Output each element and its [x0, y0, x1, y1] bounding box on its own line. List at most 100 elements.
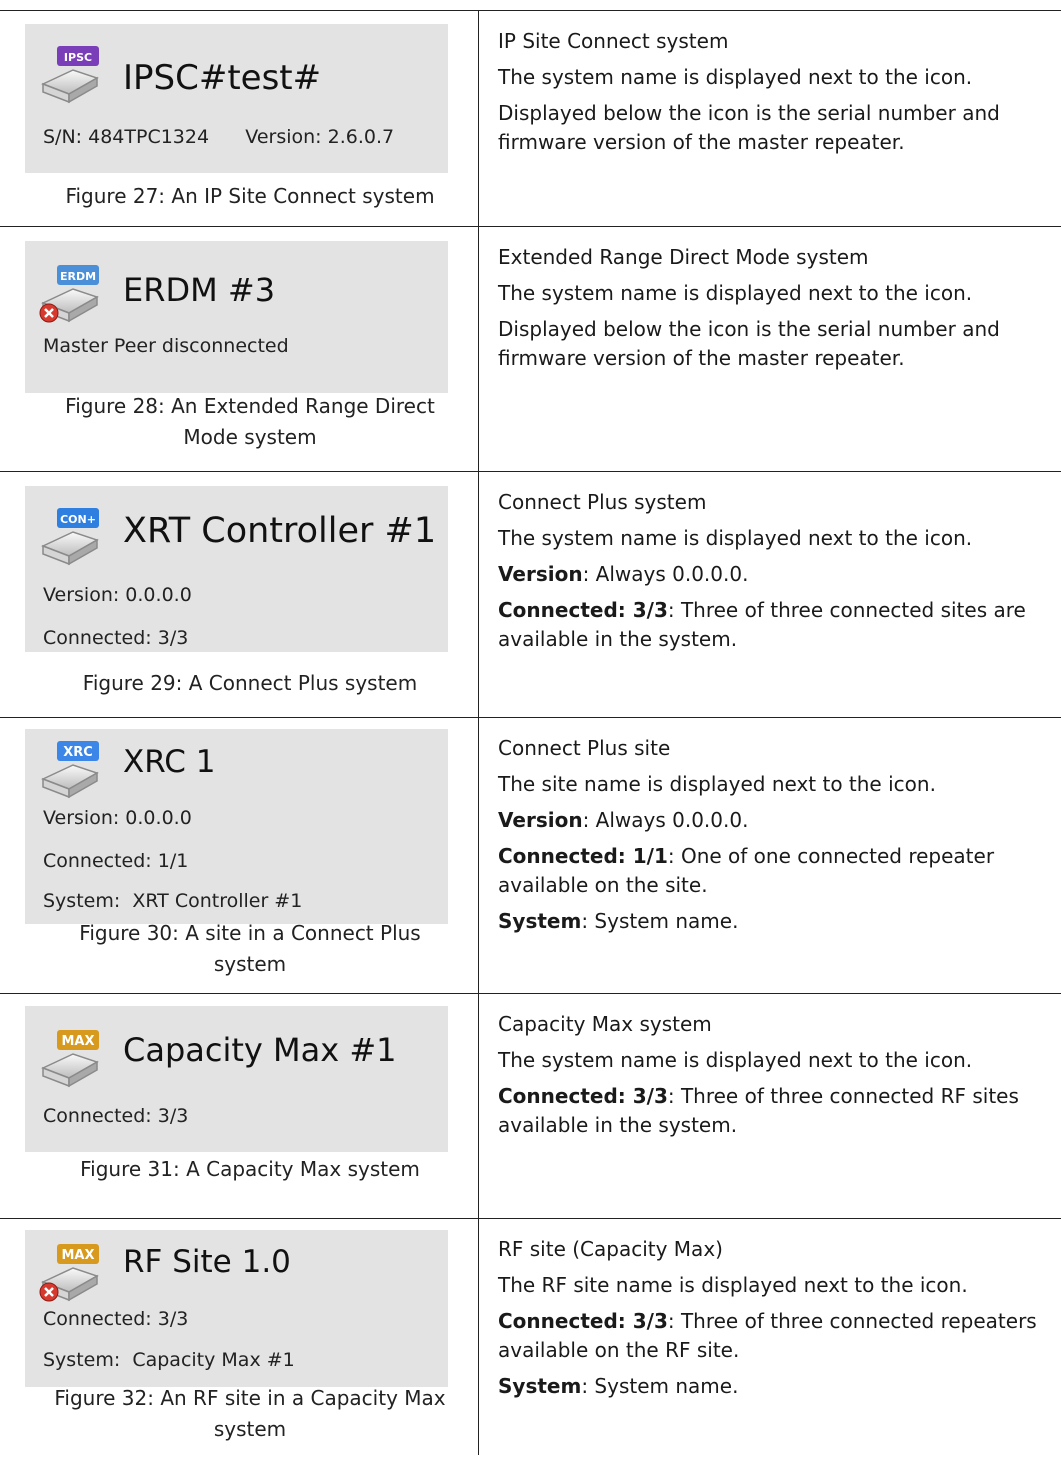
figure-cell: IPSC IPSC#test# S/N: 484TPC1324 Version: 2…: [0, 11, 479, 226]
repeater-icon: CON+: [39, 506, 103, 568]
field-label: Version: [498, 808, 583, 832]
table-row: CON+ XRT Controller #1 Version: 0.0.0.0 Con…: [0, 472, 1061, 718]
description-line: Extended Range Direct Mode system: [498, 243, 1045, 272]
description-text: Displayed below the icon is the serial n…: [498, 317, 1000, 370]
system-name: Capacity Max #1: [123, 1031, 397, 1069]
figure-cell: CON+ XRT Controller #1 Version: 0.0.0.0 Con…: [0, 472, 479, 717]
field-label: Connected: 3/3: [498, 1309, 668, 1333]
description-text: : System name.: [581, 909, 739, 933]
badge-label: MAX: [61, 1034, 94, 1049]
status-line: System: XRT Controller #1: [43, 890, 303, 912]
description-line: The RF site name is displayed next to th…: [498, 1271, 1045, 1300]
figure-caption: Figure 32: An RF site in a Capacity Max …: [54, 1386, 446, 1441]
description-line: IP Site Connect system: [498, 27, 1045, 56]
system-name: RF Site 1.0: [123, 1244, 291, 1280]
figure-caption: Figure 27: An IP Site Connect system: [65, 184, 435, 208]
description-line: Capacity Max system: [498, 1010, 1045, 1039]
description-line: System: System name.: [498, 1372, 1045, 1401]
figure-cell: MAX Capacity Max #1 Connected: 3/3 Figure 3…: [0, 994, 479, 1218]
badge-label: XRC: [63, 745, 93, 760]
system-name: XRT Controller #1: [123, 511, 437, 551]
status-line: Version: 0.0.0.0: [43, 584, 192, 606]
table-row: MAX Capacity Max #1 Connected: 3/3 Figure 3…: [0, 994, 1061, 1219]
description-line: The system name is displayed next to the…: [498, 524, 1045, 553]
description-text: Displayed below the icon is the serial n…: [498, 101, 1000, 154]
description-line: RF site (Capacity Max): [498, 1235, 1045, 1264]
systems-table: IPSC IPSC#test# S/N: 484TPC1324 Version: 2…: [0, 10, 1061, 1455]
error-icon: [39, 1282, 59, 1302]
system-screenshot: IPSC IPSC#test# S/N: 484TPC1324 Version: 2…: [25, 24, 448, 173]
description-text: Connect Plus site: [498, 736, 671, 760]
description-line: The site name is displayed next to the i…: [498, 770, 1045, 799]
description-line: Displayed below the icon is the serial n…: [498, 315, 1045, 373]
table-row: XRC XRC 1 Version: 0.0.0.0 Connected: 1/1 Sy…: [0, 718, 1061, 994]
description-text: : Always 0.0.0.0.: [582, 562, 749, 586]
description-cell: IP Site Connect system The system name is…: [479, 11, 1061, 226]
description-line: Displayed below the icon is the serial n…: [498, 99, 1045, 157]
description-line: Connect Plus site: [498, 734, 1045, 763]
description-text: The system name is displayed next to the…: [498, 1048, 973, 1072]
status-line: Version: 0.0.0.0: [43, 807, 192, 829]
status-line: System: Capacity Max #1: [43, 1349, 295, 1371]
status-line: Connected: 3/3: [43, 627, 189, 649]
field-label: Connected: 3/3: [498, 1084, 668, 1108]
system-name: IPSC#test#: [123, 58, 322, 98]
field-label: Version: [498, 562, 583, 586]
description-line: Connected: 1/1: One of one connected rep…: [498, 842, 1045, 900]
description-line: System: System name.: [498, 907, 1045, 936]
description-text: The system name is displayed next to the…: [498, 281, 973, 305]
description-cell: Connect Plus system The system name is di…: [479, 472, 1061, 717]
description-text: Connect Plus system: [498, 490, 707, 514]
description-cell: RF site (Capacity Max) The RF site name i…: [479, 1219, 1061, 1455]
figure-cell: MAX RF Site 1.0 Connected: 3/3 System: Capa…: [0, 1219, 479, 1455]
status-line: Connected: 3/3: [43, 1308, 189, 1330]
status-line: Connected: 1/1: [43, 850, 189, 872]
field-label: Connected: 3/3: [498, 598, 668, 622]
description-text: Capacity Max system: [498, 1012, 712, 1036]
description-text: The RF site name is displayed next to th…: [498, 1273, 968, 1297]
description-line: The system name is displayed next to the…: [498, 63, 1045, 92]
badge-label: CON+: [60, 513, 96, 526]
figure-cell: ERDM ERDM #3 Master Peer disconnected Figur…: [0, 227, 479, 471]
repeater-icon: XRC: [39, 739, 103, 801]
description-line: Connected: 3/3: Three of three connected…: [498, 1082, 1045, 1140]
status-line: S/N: 484TPC1324 Version: 2.6.0.7: [43, 126, 395, 148]
table-row: IPSC IPSC#test# S/N: 484TPC1324 Version: 2…: [0, 11, 1061, 227]
figure-caption: Figure 29: A Connect Plus system: [82, 671, 418, 695]
description-cell: Extended Range Direct Mode system The sys…: [479, 227, 1061, 471]
repeater-icon: IPSC: [39, 44, 103, 106]
figure-caption: Figure 28: An Extended Range Direct Mode…: [65, 394, 435, 449]
description-cell: Capacity Max system The system name is di…: [479, 994, 1061, 1218]
system-screenshot: MAX Capacity Max #1 Connected: 3/3: [25, 1006, 448, 1152]
table-row: ERDM ERDM #3 Master Peer disconnected Figur…: [0, 227, 1061, 472]
status-line: Master Peer disconnected: [43, 335, 289, 357]
description-line: Connected: 3/3: Three of three connected…: [498, 596, 1045, 654]
repeater-icon: ERDM: [39, 263, 103, 325]
description-line: The system name is displayed next to the…: [498, 279, 1045, 308]
description-text: The system name is displayed next to the…: [498, 65, 973, 89]
field-label: Connected: 1/1: [498, 844, 668, 868]
description-line: Version: Always 0.0.0.0.: [498, 806, 1045, 835]
table-row: MAX RF Site 1.0 Connected: 3/3 System: Capa…: [0, 1219, 1061, 1455]
error-icon: [39, 303, 59, 323]
description-cell: Connect Plus site The site name is displa…: [479, 718, 1061, 993]
system-screenshot: MAX RF Site 1.0 Connected: 3/3 System: Capa…: [25, 1230, 448, 1387]
description-text: IP Site Connect system: [498, 29, 729, 53]
system-screenshot: CON+ XRT Controller #1 Version: 0.0.0.0 Con…: [25, 486, 448, 652]
field-label: System: [498, 1374, 582, 1398]
system-screenshot: ERDM ERDM #3 Master Peer disconnected: [25, 241, 448, 393]
field-label: System: [498, 909, 582, 933]
figure-cell: XRC XRC 1 Version: 0.0.0.0 Connected: 1/1 Sy…: [0, 718, 479, 993]
description-text: The site name is displayed next to the i…: [498, 772, 936, 796]
description-line: The system name is displayed next to the…: [498, 1046, 1045, 1075]
repeater-icon: MAX: [39, 1242, 103, 1304]
description-text: : Always 0.0.0.0.: [582, 808, 749, 832]
description-text: Extended Range Direct Mode system: [498, 245, 869, 269]
badge-label: MAX: [61, 1248, 94, 1263]
system-name: XRC 1: [123, 744, 216, 780]
status-line: Connected: 3/3: [43, 1105, 189, 1127]
description-text: The system name is displayed next to the…: [498, 526, 973, 550]
figure-caption: Figure 31: A Capacity Max system: [80, 1157, 420, 1181]
system-name: ERDM #3: [123, 271, 276, 309]
badge-label: IPSC: [64, 51, 92, 64]
